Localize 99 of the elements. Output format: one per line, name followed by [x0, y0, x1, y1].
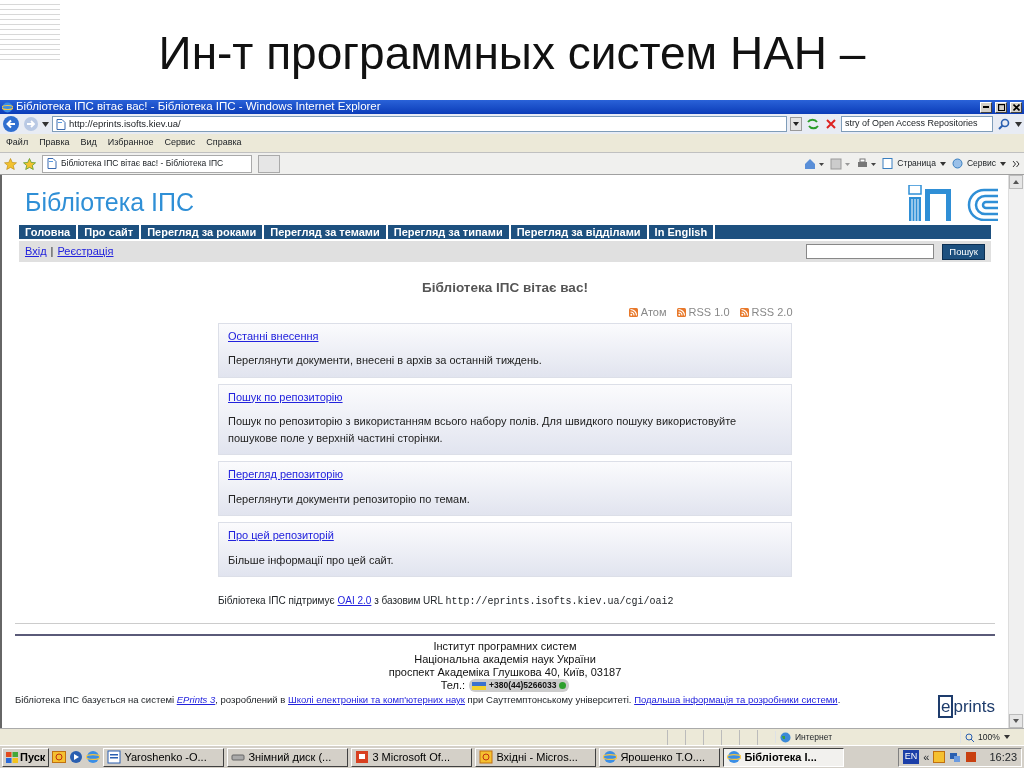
network-icon[interactable] — [949, 751, 962, 763]
windows-icon — [6, 751, 18, 763]
nav-link[interactable]: Перегляд за темами — [264, 225, 388, 239]
back-button[interactable] — [2, 115, 20, 133]
menu-item[interactable]: Вид — [80, 136, 97, 150]
slides-icon — [355, 750, 370, 764]
caret-icon — [1003, 735, 1010, 739]
stop-icon[interactable] — [824, 117, 838, 131]
minimize-icon — [983, 106, 989, 108]
caret-icon — [1000, 161, 1006, 166]
toolbar-button[interactable]: Страница — [882, 157, 946, 170]
taskbar-button[interactable]: Вхідні - Micros... — [475, 747, 597, 767]
taskbar-button[interactable]: Ярошенко Т.О.... — [599, 747, 721, 767]
menu-item[interactable]: Правка — [39, 136, 70, 150]
globe-icon — [780, 731, 791, 743]
slide-title: Ин-т программных систем НАН – — [158, 25, 866, 81]
feed-link[interactable]: RSS 2.0 — [739, 304, 793, 321]
security-zone: Интернет — [795, 730, 833, 744]
menu-item[interactable]: Сервис — [164, 136, 196, 150]
dropdown-button[interactable] — [790, 117, 802, 131]
media-player-icon[interactable] — [69, 750, 84, 764]
section-link[interactable]: Останні внесення — [228, 327, 319, 345]
section-description: Переглянути документи, внесені в архів за останній тиждень. — [228, 353, 543, 369]
star-icon[interactable] — [4, 157, 17, 170]
section-description: Більше інформації про цей сайт. — [228, 552, 395, 568]
feed-link[interactable]: RSS 1.0 — [676, 304, 730, 321]
search-icon[interactable] — [996, 117, 1012, 131]
page-heading: Бібліотека ІПС вітає вас! — [421, 279, 589, 297]
menu-item[interactable]: Файл — [6, 136, 29, 150]
credits-link[interactable]: Школі електроніки та комп'ютерних наук — [288, 694, 465, 706]
show-hidden-icons-button[interactable]: « — [923, 748, 930, 766]
search-button[interactable]: Пошук — [942, 243, 985, 260]
clock: 16:23 — [989, 749, 1017, 765]
site-title: Бібліотека ІПС — [24, 186, 195, 218]
nav-link[interactable]: Головна — [19, 225, 79, 239]
browser-icon — [2, 101, 13, 113]
link-separator: | — [50, 244, 54, 260]
document-icon — [107, 750, 122, 764]
call-icon — [559, 682, 567, 690]
dropdown-icon[interactable] — [1015, 121, 1022, 127]
chevron-icon[interactable] — [1012, 159, 1020, 168]
taskbar-button[interactable]: Знімний диск (... — [227, 747, 349, 767]
add-favorite-icon[interactable] — [23, 157, 36, 170]
flag-icon — [472, 681, 486, 690]
zoom-control[interactable]: 100% — [960, 730, 1024, 744]
menu-item[interactable]: Избранное — [107, 136, 154, 150]
scrollbar[interactable] — [1008, 175, 1024, 728]
credits-text: Бібліотека ІПС базується на системі EPrints 3, розроблений в Школі електроніки та комп'ютерних наук при Саутгемптонському університеті. Подальша інформація та розробники системи. — [15, 694, 841, 706]
menu-item[interactable]: Справка — [206, 136, 242, 150]
browser-tab[interactable]: Бібліотека ІПС вітає вас! - Бібліотека ІПС — [42, 154, 252, 173]
section-link[interactable]: Перегляд репозиторію — [228, 466, 344, 483]
footer-text: Національна академія наук України — [414, 653, 596, 667]
credits-link[interactable]: Подальша інформація та розробники системи — [634, 694, 838, 706]
print-icon[interactable] — [856, 157, 877, 170]
dropdown-icon[interactable] — [42, 121, 49, 127]
nav-link[interactable]: Перегляд за типами — [387, 225, 511, 239]
phone-label: Тел.: — [440, 679, 465, 693]
search-field[interactable] — [806, 244, 935, 259]
footer-text: Інститут програмних систем — [433, 640, 577, 654]
minimize-button[interactable] — [980, 101, 992, 113]
close-button[interactable] — [1010, 101, 1022, 113]
page-icon — [882, 158, 894, 169]
taskbar-button[interactable]: Бібліотека І... — [723, 747, 845, 767]
address-field[interactable]: http://eprints.isofts.kiev.ua/ — [52, 116, 787, 132]
search-field[interactable]: stry of Open Access Repositories — [841, 116, 993, 132]
window-title: Бібліотека ІПС вітає вас! - Бібліотека ІПС - Windows Internet Explorer — [16, 99, 382, 115]
maximize-icon — [997, 103, 1005, 111]
phone-link[interactable]: +380(44)5266033 — [469, 679, 570, 693]
section-link[interactable]: Пошук по репозиторію — [228, 388, 343, 406]
nav-link[interactable]: Про сайт — [78, 225, 142, 239]
scroll-down-icon[interactable] — [1009, 714, 1023, 728]
page-icon — [56, 118, 66, 130]
nav-link[interactable]: Перегляд за роками — [141, 225, 265, 239]
close-icon — [1012, 103, 1020, 111]
page-icon — [47, 158, 57, 169]
taskbar-button[interactable]: Yaroshenko -O... — [103, 747, 225, 767]
zoom-icon — [965, 732, 974, 742]
nav-link[interactable]: In English — [648, 225, 716, 239]
login-link[interactable]: Вхід — [25, 243, 47, 260]
scroll-up-icon[interactable] — [1009, 175, 1023, 189]
oai-text: Бібліотека ІПС підтримує OAI 2.0 з базовим URL http://eprints.isofts.kiev.ua/cgi/oai2 — [218, 594, 675, 610]
section-link[interactable]: Про цей репозиторій — [228, 527, 334, 544]
oai-link[interactable]: OAI 2.0 — [337, 595, 372, 607]
register-link[interactable]: Реєстрація — [57, 243, 114, 260]
eprints-logo[interactable]: eprints — [937, 694, 995, 720]
browser-icon — [727, 750, 742, 764]
toolbar-button[interactable]: Сервис — [951, 157, 1006, 170]
section-description: Пошук по репозиторію з використанням всього набору полів. Для швидкого пошуку використовуйте пошукове поле у верхній частині сторінки. — [228, 414, 738, 446]
section-description: Переглянути документи репозиторію по темам. — [228, 491, 471, 507]
maximize-button[interactable] — [995, 101, 1007, 113]
browser-icon — [603, 750, 618, 764]
footer-text: проспект Академіка Глушкова 40, Київ, 03187 — [388, 666, 622, 680]
start-button[interactable]: Пуск — [2, 747, 50, 767]
home-icon[interactable] — [804, 157, 825, 170]
feed-link[interactable]: Атом — [628, 304, 667, 321]
language-indicator[interactable]: EN — [902, 750, 920, 764]
caret-icon — [939, 161, 946, 166]
nav-link[interactable]: Перегляд за відділами — [510, 225, 649, 239]
taskbar-button[interactable]: 3 Microsoft Of... — [351, 747, 473, 767]
